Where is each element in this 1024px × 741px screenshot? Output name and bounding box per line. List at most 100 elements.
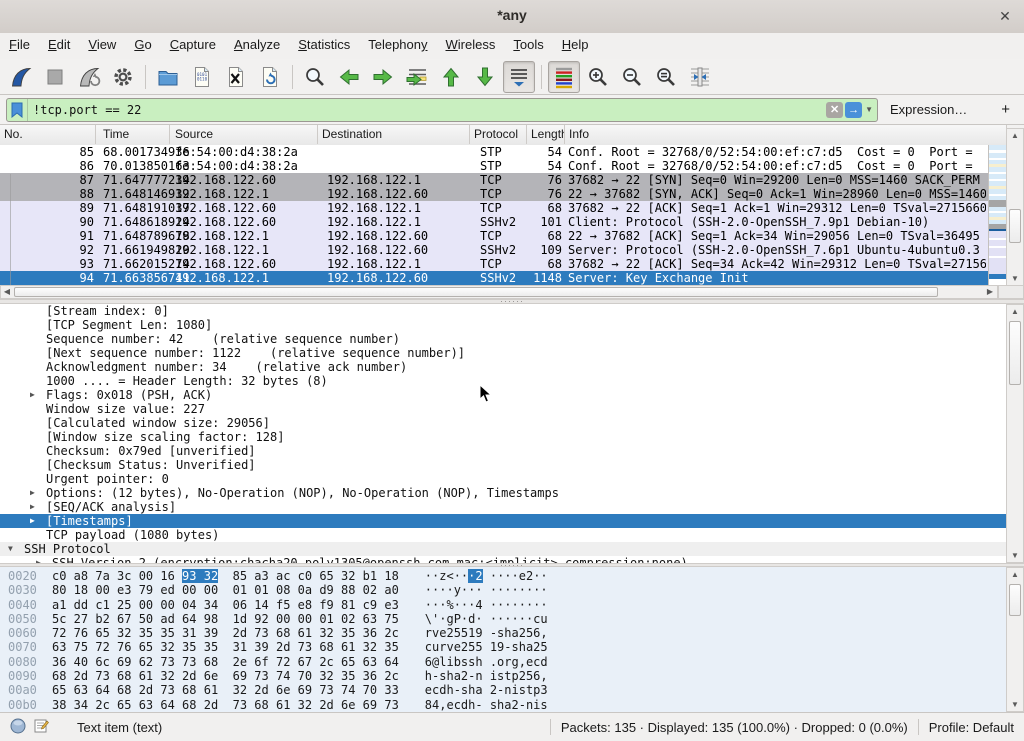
resize-columns-icon[interactable] [684,61,716,93]
display-filter-input[interactable]: !tcp.port == 22 ✕ → ▼ [6,98,878,122]
restart-capture-icon[interactable] [73,61,105,93]
menu-telephony[interactable]: Telephony [359,33,436,59]
go-back-icon[interactable] [333,61,365,93]
collapse-icon[interactable]: ▼ [8,542,13,556]
start-capture-icon[interactable] [5,61,37,93]
menu-help[interactable]: Help [553,33,598,59]
open-file-icon[interactable] [152,61,184,93]
detail-checksum-0x79ed-unverified-[interactable]: Checksum: 0x79ed [unverified] [0,444,1006,458]
hex-row-0080[interactable]: 008036 40 6c 69 62 73 73 68 2e 6f 72 67 … [0,655,1006,669]
bytes-vscrollbar[interactable]: ▲ ▼ [1006,567,1024,712]
packet-row-87[interactable]: 8771.647777234192.168.122.60192.168.122.… [0,173,988,187]
detail-flags-0x018-psh-ack-[interactable]: ▶Flags: 0x018 (PSH, ACK) [0,388,1006,402]
detail--window-size-scaling-factor-12[interactable]: [Window size scaling factor: 128] [0,430,1006,444]
menu-wireless[interactable]: Wireless [437,33,505,59]
detail--timestamps-[interactable]: ▶[Timestamps] [0,514,1006,528]
expand-icon[interactable]: ▶ [30,486,35,500]
menu-view[interactable]: View [79,33,125,59]
detail-urgent-pointer-0[interactable]: Urgent pointer: 0 [0,472,1006,486]
packet-row-91[interactable]: 9171.648789678192.168.122.1192.168.122.6… [0,229,988,243]
detail-window-size-value-227[interactable]: Window size value: 227 [0,402,1006,416]
apply-filter-icon[interactable]: → [845,102,862,118]
zoom-in-icon[interactable] [582,61,614,93]
column-header-destination[interactable]: Destination [318,125,470,144]
go-to-packet-icon[interactable] [401,61,433,93]
packet-row-85[interactable]: 8568.001734936fe:54:00:d4:38:2aSTP54Conf… [0,145,988,159]
detail-options-12-bytes-no-operation-[interactable]: ▶Options: (12 bytes), No-Operation (NOP)… [0,486,1006,500]
scroll-down-icon[interactable]: ▼ [1007,549,1023,562]
detail-ssh-protocol[interactable]: ▼SSH Protocol [0,542,1006,556]
detail--stream-index-0-[interactable]: [Stream index: 0] [0,304,1006,318]
column-header-source[interactable]: Source [170,125,318,144]
hex-row-0040[interactable]: 0040a1 dd c1 25 00 00 04 34 06 14 f5 e8 … [0,598,1006,612]
hex-row-0070[interactable]: 007063 75 72 76 65 32 35 35 31 39 2d 73 … [0,640,1006,654]
packet-list-hscrollbar[interactable]: ◀ ▶ [0,285,998,299]
column-header-protocol[interactable]: Protocol [470,125,527,144]
column-header-length[interactable]: Length [527,125,565,144]
column-header-time[interactable]: Time [96,125,170,144]
auto-scroll-icon[interactable] [503,61,535,93]
menu-go[interactable]: Go [125,33,160,59]
menu-analyze[interactable]: Analyze [225,33,289,59]
zoom-out-icon[interactable] [616,61,648,93]
scroll-left-icon[interactable]: ◀ [1,286,13,298]
go-last-icon[interactable] [469,61,501,93]
scroll-up-icon[interactable]: ▲ [1007,129,1023,142]
bookmark-icon[interactable] [7,99,28,121]
expand-icon[interactable]: ▶ [30,500,35,514]
title-bar[interactable]: *any ✕ [0,0,1024,34]
capture-comment-icon[interactable] [34,718,49,736]
packet-row-92[interactable]: 9271.661949820192.168.122.1192.168.122.6… [0,243,988,257]
expand-icon[interactable]: ▶ [36,556,41,563]
add-filter-button[interactable]: + [993,101,1018,118]
hex-row-0020[interactable]: 0020c0 a8 7a 3c 00 16 93 32 85 a3 ac c0 … [0,569,1006,583]
save-file-icon[interactable]: 01010110 [186,61,218,93]
packet-row-89[interactable]: 8971.648191037192.168.122.60192.168.122.… [0,201,988,215]
hex-row-0030[interactable]: 003080 18 00 e3 79 ed 00 00 01 01 08 0a … [0,583,1006,597]
scroll-thumb[interactable] [1009,209,1021,243]
packet-row-88[interactable]: 8871.648146932192.168.122.1192.168.122.6… [0,187,988,201]
detail--seq-ack-analysis-[interactable]: ▶[SEQ/ACK analysis] [0,500,1006,514]
detail-sequence-number-42-relative-se[interactable]: Sequence number: 42 (relative sequence n… [0,332,1006,346]
profile-status[interactable]: Profile: Default [929,720,1024,735]
hex-row-00a0[interactable]: 00a065 63 64 68 2d 73 68 61 32 2d 6e 69 … [0,683,1006,697]
scroll-down-icon[interactable]: ▼ [1007,698,1023,711]
scroll-down-icon[interactable]: ▼ [1007,272,1023,285]
detail-1000-header-length-32-bytes-8-[interactable]: 1000 .... = Header Length: 32 bytes (8) [0,374,1006,388]
menu-statistics[interactable]: Statistics [289,33,359,59]
column-header-info[interactable]: Info [565,125,1007,144]
intelligent-scrollbar[interactable] [988,145,1006,285]
clear-filter-icon[interactable]: ✕ [826,102,843,118]
scroll-thumb[interactable] [1009,321,1021,385]
filter-history-chevron-icon[interactable]: ▼ [864,105,877,114]
reload-file-icon[interactable] [254,61,286,93]
zoom-original-icon[interactable] [650,61,682,93]
packet-list-vscrollbar[interactable]: ▲ ▼ [1006,128,1024,286]
menu-tools[interactable]: Tools [504,33,552,59]
detail-tcp-payload-1080-bytes-[interactable]: TCP payload (1080 bytes) [0,528,1006,542]
find-packet-icon[interactable] [299,61,331,93]
detail-acknowledgment-number-34-relat[interactable]: Acknowledgment number: 34 (relative ack … [0,360,1006,374]
menu-file[interactable]: File [0,33,39,59]
scroll-up-icon[interactable]: ▲ [1007,305,1023,318]
packet-row-93[interactable]: 9371.662015274192.168.122.60192.168.122.… [0,257,988,271]
go-forward-icon[interactable] [367,61,399,93]
column-header-no[interactable]: No. [0,125,96,144]
expand-icon[interactable]: ▶ [30,388,35,402]
hex-row-00b0[interactable]: 00b038 34 2c 65 63 64 68 2d 73 68 61 32 … [0,698,1006,712]
close-file-icon[interactable] [220,61,252,93]
scroll-right-icon[interactable]: ▶ [984,286,996,298]
hex-row-0050[interactable]: 00505c 27 b2 67 50 ad 64 98 1d 92 00 00 … [0,612,1006,626]
expert-info-icon[interactable] [10,718,26,737]
hex-row-0090[interactable]: 009068 2d 73 68 61 32 2d 6e 69 73 74 70 … [0,669,1006,683]
stop-capture-icon[interactable] [39,61,71,93]
packet-row-86[interactable]: 8670.013850163fe:54:00:d4:38:2aSTP54Conf… [0,159,988,173]
scroll-thumb[interactable] [14,287,938,297]
hex-row-0060[interactable]: 006072 76 65 32 35 35 31 39 2d 73 68 61 … [0,626,1006,640]
detail--next-sequence-number-1122-rel[interactable]: [Next sequence number: 1122 (relative se… [0,346,1006,360]
menu-capture[interactable]: Capture [161,33,225,59]
scroll-up-icon[interactable]: ▲ [1007,568,1023,581]
packet-row-94[interactable]: 9471.663856741192.168.122.1192.168.122.6… [0,271,988,285]
detail--calculated-window-size-29056-[interactable]: [Calculated window size: 29056] [0,416,1006,430]
expression-button[interactable]: Expression… [878,102,979,117]
